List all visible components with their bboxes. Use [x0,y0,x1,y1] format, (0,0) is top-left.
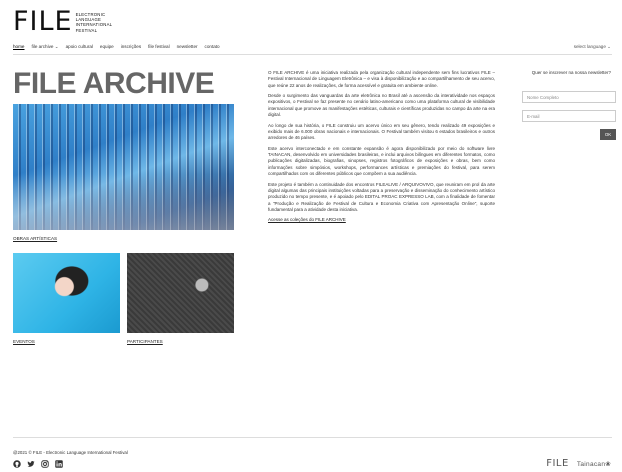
eventos-link[interactable]: EVENTOS [13,339,35,344]
nav-file-festival[interactable]: file festival [148,44,169,50]
newsletter-question: Quer se inscrever na nossa newsletter? [531,70,611,75]
obras-artisticas-image[interactable] [13,104,234,230]
page-title: FILE ARCHIVE [13,67,215,100]
nav-contato[interactable]: contato [205,44,220,50]
newsletter-ok-button[interactable]: OK [600,129,616,140]
header-divider [13,54,612,55]
participantes-link[interactable]: PARTICIPANTES [127,339,163,344]
nav-newsletter[interactable]: newsletter [177,44,198,50]
footer-file-logo[interactable]: FILE [546,458,569,469]
obras-artisticas-link[interactable]: OBRAS ARTÍSTICAS [13,236,57,241]
email-field[interactable]: E-mail [522,110,616,122]
footer-tainacan-logo[interactable]: Tainacan❀ [577,460,611,468]
nav-home[interactable]: home [13,44,25,50]
nav-apoio-cultural[interactable]: apoio cultural [66,44,93,50]
name-field[interactable]: Nome Completo [522,91,616,103]
intro-paragraph: Desde o surgimento das vanguardas da art… [268,93,495,118]
linkedin-icon[interactable] [55,460,63,468]
eventos-image[interactable] [13,253,120,333]
social-links [13,460,63,468]
logo-subtitle-line: INTERNATIONAL [75,22,113,28]
twitter-icon[interactable] [27,460,35,468]
intro-paragraph: Este acervo interconectado e em constant… [268,145,495,177]
nav-file-archive[interactable]: file archive ⌄ [32,44,59,50]
collections-link[interactable]: Acesse as coleções do FILE ARCHIVE [268,217,346,222]
logo-subtitle-line: FESTIVAL [75,27,98,33]
footer-divider [13,437,612,438]
intro-paragraph: O FILE ARCHIVE é uma iniciativa realizad… [268,70,495,88]
language-select[interactable]: select language ⌄ [574,44,611,50]
github-icon[interactable] [13,460,21,468]
file-logo[interactable]: FILE ELECTRONIC LANGUAGE INTERNATIONAL F… [13,6,113,37]
footer-logos: FILE Tainacan❀ [546,458,611,469]
nav-inscricoes[interactable]: inscrições [121,44,141,50]
logo-subtitle: ELECTRONIC LANGUAGE INTERNATIONAL FESTIV… [76,12,113,33]
intro-text: O FILE ARCHIVE é uma iniciativa realizad… [268,70,495,228]
intro-paragraph: Este projeto é também a continuidade dos… [268,181,495,212]
nav-equipe[interactable]: equipe [100,44,114,50]
participantes-image[interactable] [127,253,234,333]
copyright: @2021 © FILE - Electronic Language Inter… [13,450,128,455]
intro-paragraph: Ao longo de sua história, o FILE constru… [268,122,495,141]
tainacan-logo-text: Tainacan [576,460,606,468]
instagram-icon[interactable] [41,460,49,468]
main-nav: home file archive ⌄ apoio cultural equip… [13,44,220,50]
logo-mark: FILE [13,6,73,37]
tainacan-mark-icon: ❀ [605,460,611,468]
